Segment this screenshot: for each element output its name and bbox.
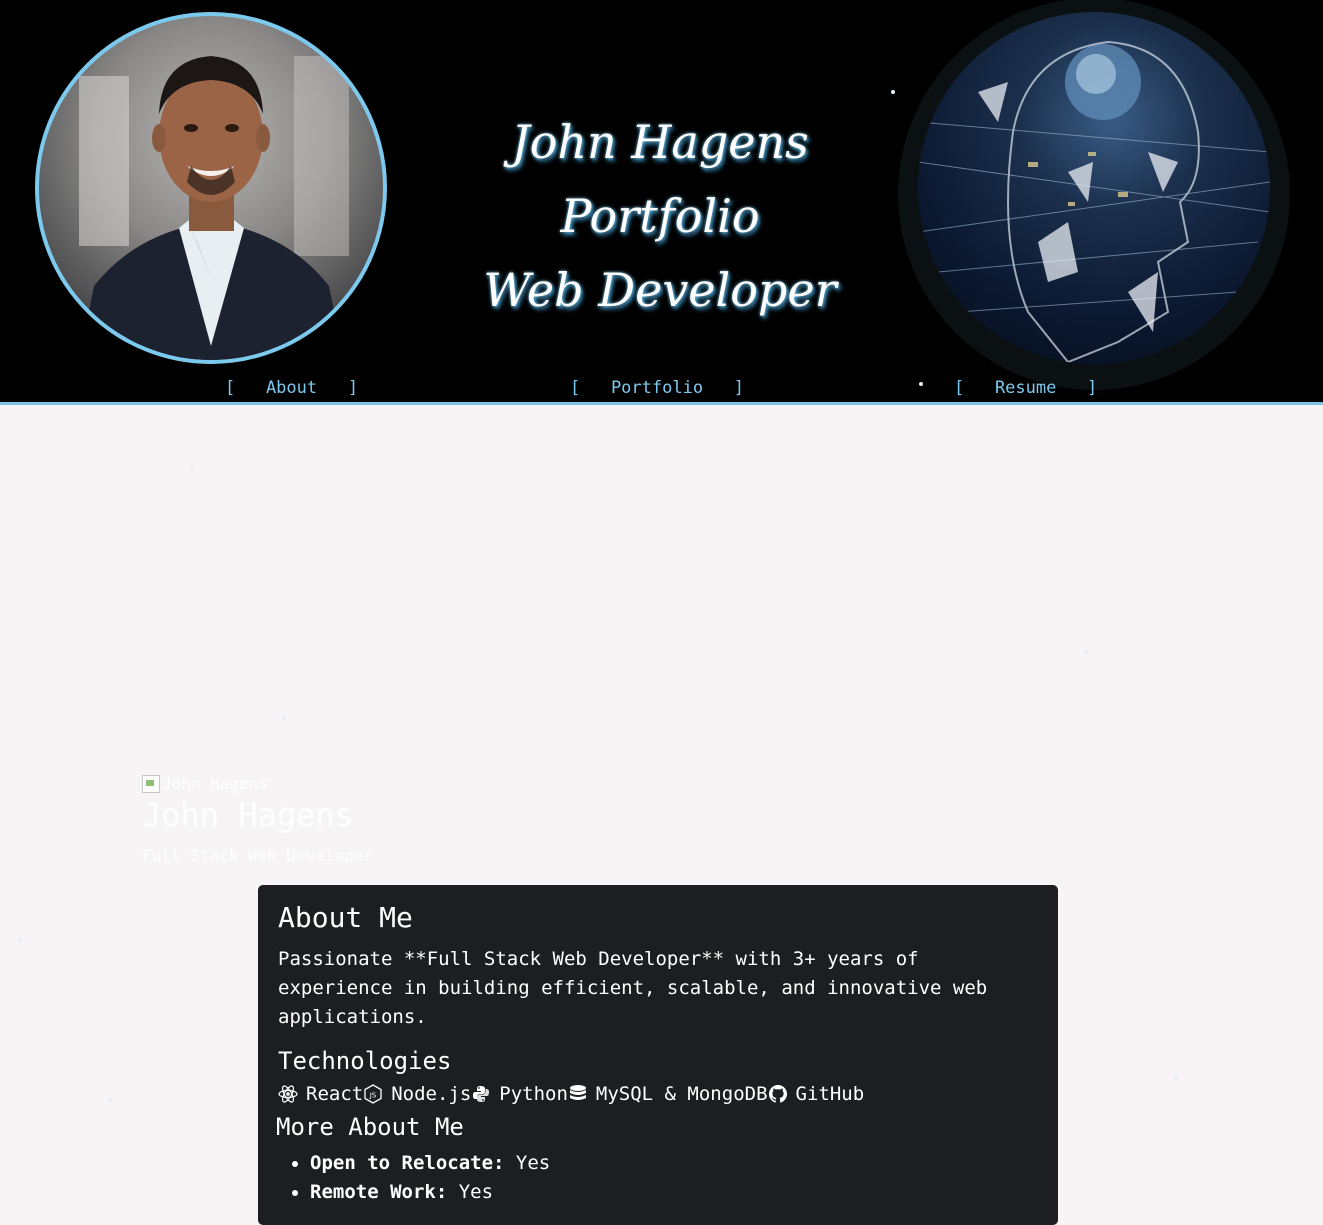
decorative-star <box>108 1097 112 1101</box>
decorative-star <box>919 382 923 386</box>
github-icon <box>768 1085 787 1103</box>
tech-label: Node.js <box>391 1083 472 1105</box>
broken-image-icon <box>142 774 160 793</box>
list-item: Remote Work: Yes <box>310 1178 550 1207</box>
about-bio: Passionate **Full Stack Web Developer** … <box>278 948 988 1028</box>
list-item: Open to Relocate: Yes <box>310 1149 550 1178</box>
decorative-star <box>18 939 22 943</box>
react-icon <box>278 1085 298 1103</box>
wireframe-head-graphic <box>918 40 1270 364</box>
tech-label: Python <box>499 1083 568 1105</box>
decorative-star <box>1084 650 1088 654</box>
decorative-star <box>270 654 274 658</box>
profile-image-alt-text: John Hagens <box>162 774 268 793</box>
profile-role: Full Stack Web Developer <box>142 846 374 865</box>
database-icon <box>569 1085 586 1100</box>
python-icon <box>473 1086 490 1102</box>
about-card: About Me Passionate **Full Stack Web Dev… <box>258 885 1058 1225</box>
more-about-list: Open to Relocate: Yes Remote Work: Yes <box>278 1149 550 1207</box>
profile-photo <box>35 12 387 364</box>
tech-item-github: GitHub <box>768 1083 865 1105</box>
technologies-list: React JS Node.js Python MySQL & MongoDB … <box>278 1083 864 1105</box>
tech-item-react: React <box>278 1083 363 1105</box>
decorative-star <box>282 716 286 720</box>
nav-link-resume[interactable]: [ Resume ] <box>954 378 1097 398</box>
site-header: John Hagens Portfolio Web Developer [Ab… <box>0 0 1323 405</box>
nodejs-icon: JS <box>364 1084 382 1104</box>
profile-image-placeholder: John Hagens <box>142 774 268 793</box>
decorative-star <box>190 467 194 471</box>
list-item-value: Yes <box>515 1152 551 1174</box>
ai-head-illustration <box>918 12 1270 364</box>
tech-item-python: Python <box>471 1083 568 1105</box>
list-item-key: Open to Relocate: <box>310 1152 505 1174</box>
about-heading: About Me <box>278 901 413 934</box>
list-item-value: Yes <box>458 1181 494 1203</box>
site-title: John Hagens Portfolio Web Developer <box>405 105 915 327</box>
list-item-key: Remote Work: <box>310 1181 448 1203</box>
title-line-role: Web Developer <box>483 263 837 317</box>
nav-link-portfolio[interactable]: [ Portfolio ] <box>570 378 744 398</box>
ai-head-image <box>898 0 1290 390</box>
tech-item-nodejs: JS Node.js <box>363 1083 471 1105</box>
svg-text:JS: JS <box>369 1092 377 1100</box>
tech-label: MySQL & MongoDB <box>595 1083 768 1105</box>
tech-label: GitHub <box>795 1083 865 1105</box>
person-illustration <box>79 56 349 360</box>
technologies-heading: Technologies <box>278 1047 452 1075</box>
title-line-name: John Hagens Portfolio <box>511 115 809 243</box>
more-about-heading: More About Me <box>276 1113 464 1141</box>
profile-name: John Hagens <box>142 796 354 834</box>
tech-label: React <box>306 1083 364 1105</box>
nav-link-about[interactable]: [ About ] <box>225 378 358 398</box>
decorative-star <box>891 90 895 94</box>
tech-item-database: MySQL & MongoDB <box>568 1083 768 1105</box>
decorative-star <box>1174 1076 1178 1080</box>
